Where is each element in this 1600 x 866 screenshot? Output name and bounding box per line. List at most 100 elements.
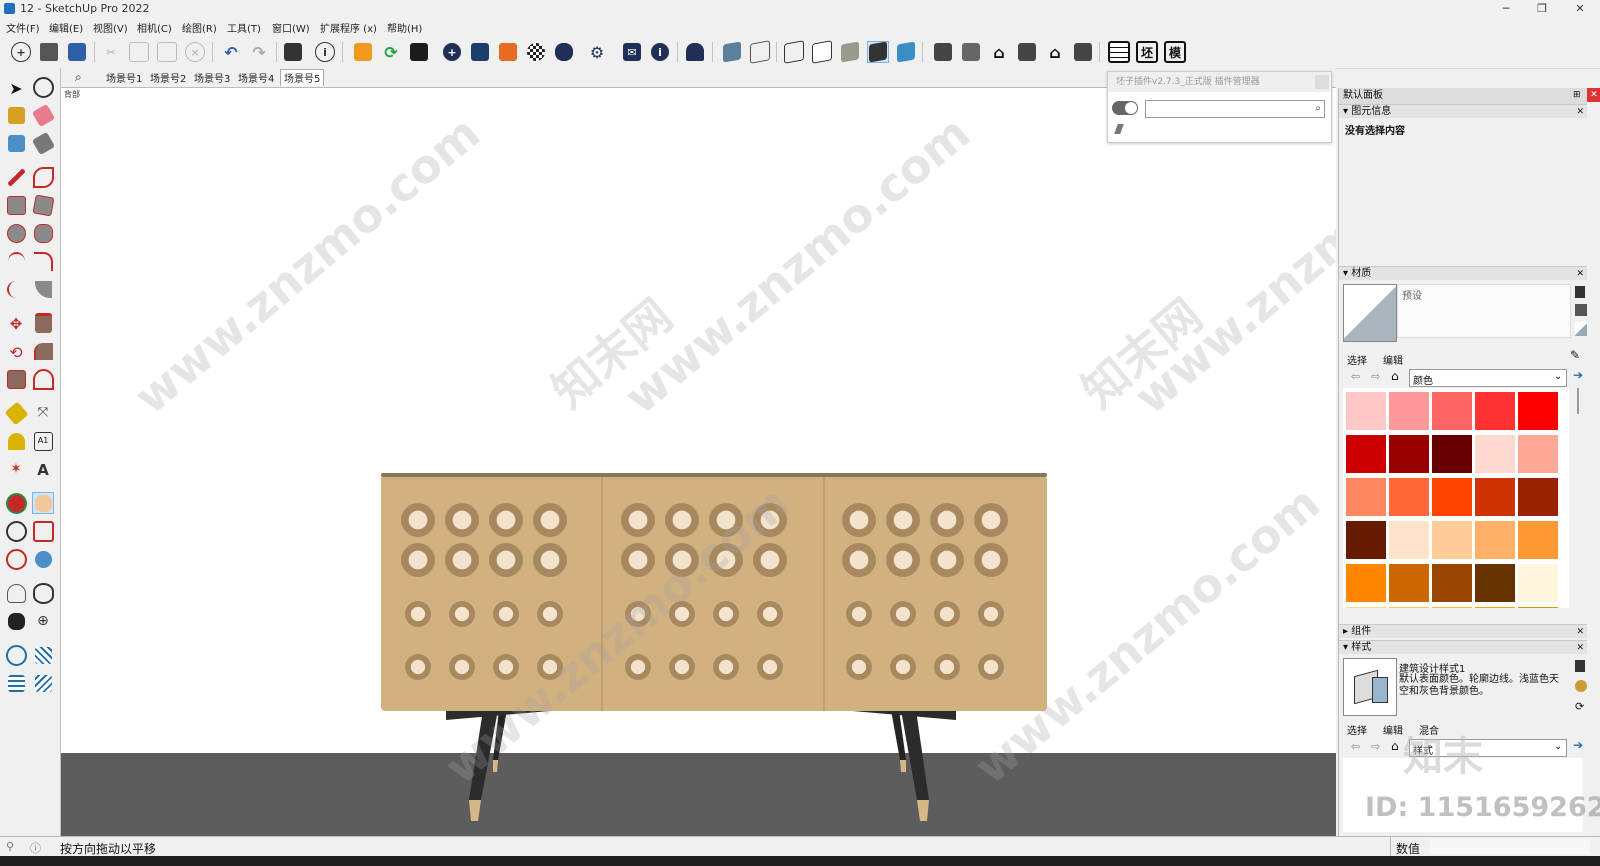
pie-tool[interactable]: [32, 278, 54, 300]
move-tool[interactable]: ✥: [5, 312, 27, 334]
forward-arrow-icon[interactable]: ⇨: [1371, 740, 1380, 753]
plugin-tool-6[interactable]: [497, 41, 519, 63]
plugin-tool-8[interactable]: [553, 41, 575, 63]
zoom-window-tool[interactable]: [32, 520, 54, 542]
sandbox-drape-tool[interactable]: [32, 672, 54, 694]
settings-button[interactable]: ⚙: [586, 41, 608, 63]
copy-button[interactable]: [128, 41, 150, 63]
two-point-arc-tool[interactable]: [32, 250, 54, 272]
tag-tool[interactable]: [31, 131, 55, 155]
material-swatch[interactable]: [1432, 564, 1472, 602]
styles-tab-edit[interactable]: 编辑: [1383, 722, 1403, 737]
select-tool[interactable]: ➤: [5, 76, 27, 98]
material-swatch[interactable]: [1346, 435, 1386, 473]
pin-icon[interactable]: ⊞: [1573, 90, 1581, 100]
print-button[interactable]: [282, 41, 304, 63]
about-button[interactable]: i: [649, 41, 671, 63]
update-style-icon[interactable]: [1575, 680, 1587, 692]
circle-tool[interactable]: [5, 222, 27, 244]
plugin-search-input[interactable]: ⌕: [1145, 100, 1325, 118]
menu-extensions[interactable]: 扩展程序 (x): [320, 20, 377, 35]
style-monochrome-button[interactable]: [895, 41, 917, 63]
create-style-icon[interactable]: [1575, 660, 1585, 672]
eraser-tool[interactable]: [31, 103, 55, 127]
materials-tab-select[interactable]: 选择: [1347, 352, 1367, 367]
tape-measure-tool[interactable]: [4, 401, 28, 425]
rotated-rectangle-tool[interactable]: [31, 193, 55, 217]
arc-tool[interactable]: [5, 250, 27, 272]
orbit-tool[interactable]: [5, 492, 27, 514]
material-swatch[interactable]: [1518, 478, 1558, 516]
open-file-button[interactable]: [38, 41, 60, 63]
material-swatch[interactable]: [1518, 435, 1558, 473]
account-button[interactable]: [684, 41, 706, 63]
paste-button[interactable]: [156, 41, 178, 63]
back-arrow-icon[interactable]: ⇦: [1351, 370, 1360, 383]
dimension-tool[interactable]: ⤧: [32, 402, 54, 424]
materials-tab-edit[interactable]: 编辑: [1383, 352, 1403, 367]
material-swatch[interactable]: [1518, 607, 1558, 608]
material-swatch[interactable]: [1389, 478, 1429, 516]
measurements-input[interactable]: [1430, 839, 1590, 854]
paint-bucket-icon[interactable]: [1575, 304, 1587, 316]
menu-camera[interactable]: 相机(C): [137, 20, 172, 35]
entity-info-header[interactable]: ▾ 图元信息 ✕: [1339, 104, 1587, 118]
material-swatch[interactable]: [1475, 478, 1515, 516]
view-left-button[interactable]: [1072, 41, 1094, 63]
offset-tool[interactable]: [32, 368, 54, 390]
mail-button[interactable]: ✉: [621, 41, 643, 63]
refresh-icon[interactable]: ⟳: [1575, 700, 1584, 713]
sandbox-stamp-tool[interactable]: [5, 672, 27, 694]
home-icon[interactable]: ⌂: [1391, 369, 1399, 383]
plugin-tool-5[interactable]: [469, 41, 491, 63]
look-around-tool[interactable]: [32, 582, 54, 604]
menu-edit[interactable]: 编辑(E): [49, 20, 83, 35]
style-textures-button[interactable]: [867, 41, 889, 63]
polygon-tool[interactable]: [32, 222, 54, 244]
protractor-tool[interactable]: [5, 430, 27, 452]
freehand-tool[interactable]: [32, 166, 54, 188]
brush-icon[interactable]: [1114, 124, 1124, 134]
details-arrow-icon[interactable]: ➔: [1573, 368, 1583, 382]
tab-scene-4[interactable]: 场景号4: [238, 70, 274, 85]
home-icon[interactable]: ⌂: [1391, 739, 1399, 753]
cut-button[interactable]: ✂: [100, 41, 122, 63]
close-icon[interactable]: ✕: [1576, 105, 1584, 119]
view-right-button[interactable]: [1016, 41, 1038, 63]
eyedropper-icon[interactable]: ✎: [1570, 348, 1580, 362]
material-swatch[interactable]: [1346, 521, 1386, 559]
walk-tool[interactable]: [5, 610, 27, 632]
lasso-tool[interactable]: [32, 76, 54, 98]
3d-text-tool[interactable]: A: [32, 458, 54, 480]
scale-tool[interactable]: [5, 368, 27, 390]
menu-draw[interactable]: 绘图(R): [182, 20, 217, 35]
style-hiddenline-button[interactable]: [811, 40, 833, 64]
menu-view[interactable]: 视图(V): [93, 20, 128, 35]
geo-location-icon[interactable]: ⚲: [6, 840, 14, 853]
material-collection-select[interactable]: 颜色 ⌄: [1409, 369, 1567, 387]
table-plugin-button[interactable]: [1108, 41, 1130, 63]
new-file-button[interactable]: +: [10, 41, 32, 63]
view-iso-button[interactable]: [932, 41, 954, 63]
material-swatch[interactable]: [1389, 435, 1429, 473]
create-material-icon[interactable]: [1575, 286, 1585, 298]
scene-search-icon[interactable]: ⌕: [75, 70, 82, 85]
save-button[interactable]: [66, 41, 88, 63]
plugin-tool-1[interactable]: [352, 41, 374, 63]
zoom-tool[interactable]: [5, 520, 27, 542]
swatch-scrollbar[interactable]: [1577, 388, 1579, 414]
material-swatch[interactable]: [1475, 392, 1515, 430]
model-info-button[interactable]: i: [314, 41, 336, 63]
back-arrow-icon[interactable]: ⇦: [1351, 740, 1360, 753]
tab-scene-5[interactable]: 场景号5: [280, 69, 325, 86]
pan-tool[interactable]: [32, 492, 54, 514]
material-swatch[interactable]: [1346, 564, 1386, 602]
sandbox-from-scratch-tool[interactable]: [32, 644, 54, 666]
plugin-tool-2[interactable]: ⟳: [380, 41, 402, 63]
material-swatch[interactable]: [1389, 521, 1429, 559]
styles-tab-select[interactable]: 选择: [1347, 722, 1367, 737]
sample-paint-icon[interactable]: [1575, 322, 1587, 336]
menu-tools[interactable]: 工具(T): [227, 20, 261, 35]
sandbox-smoove-tool[interactable]: [5, 644, 27, 666]
line-tool[interactable]: [5, 166, 27, 188]
